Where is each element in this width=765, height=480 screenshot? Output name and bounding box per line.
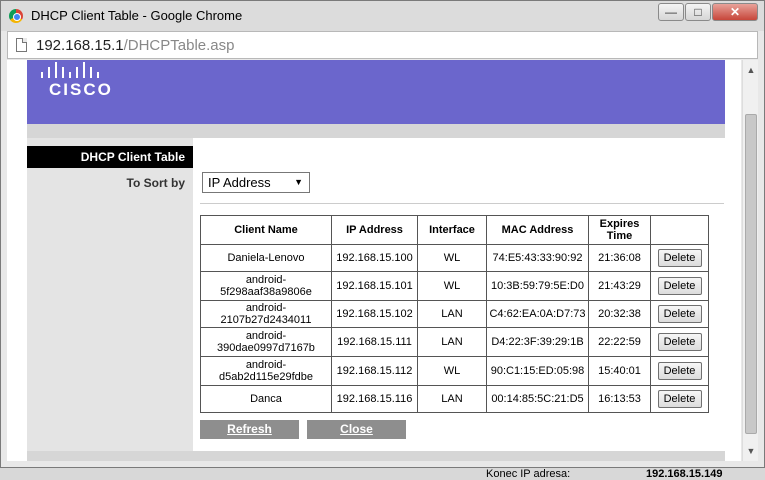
interface-cell: WL <box>417 271 487 301</box>
sort-label: To Sort by <box>126 176 185 190</box>
scroll-up-icon[interactable]: ▲ <box>743 62 759 78</box>
chrome-icon <box>9 9 23 23</box>
mac-address-cell: 90:C1:15:ED:05:98 <box>486 356 589 386</box>
expires-cell: 20:32:38 <box>588 300 651 328</box>
ip-address-cell: 192.168.15.112 <box>331 356 418 386</box>
col-mac-address: MAC Address <box>486 215 589 245</box>
dropdown-arrow-icon: ▼ <box>294 177 303 187</box>
col-ip-address: IP Address <box>331 215 418 245</box>
interface-cell: LAN <box>417 385 487 413</box>
client-name-cell: Danca <box>200 385 332 413</box>
scrollbar-thumb[interactable] <box>745 114 757 434</box>
divider <box>200 203 724 204</box>
sort-select-value: IP Address <box>208 175 271 190</box>
expires-cell: 21:36:08 <box>588 244 651 272</box>
mac-address-cell: 74:E5:43:33:90:92 <box>486 244 589 272</box>
url-host: 192.168.15.1 <box>36 37 124 54</box>
expires-cell: 16:13:53 <box>588 385 651 413</box>
table-row: android- d5ab2d115e29fdbe 192.168.15.112 W… <box>200 356 709 386</box>
ip-address-cell: 192.168.15.100 <box>331 244 418 272</box>
action-cell: Delete <box>650 385 709 413</box>
expires-cell: 22:22:59 <box>588 327 651 357</box>
ip-address-cell: 192.168.15.101 <box>331 271 418 301</box>
scroll-down-icon[interactable]: ▼ <box>743 443 759 459</box>
url-path: /DHCPTable.asp <box>123 37 235 54</box>
header-divider <box>27 124 725 138</box>
window-title: DHCP Client Table - Google Chrome <box>31 8 243 23</box>
action-cell: Delete <box>650 356 709 386</box>
page-icon <box>16 38 27 52</box>
interface-cell: WL <box>417 356 487 386</box>
footer-strip <box>27 451 725 461</box>
table-header-row: Client Name IP Address Interface MAC Add… <box>200 215 709 245</box>
delete-button[interactable]: Delete <box>657 277 702 295</box>
minimize-button[interactable]: — <box>658 3 684 21</box>
col-expires-time: Expires Time <box>588 215 651 245</box>
browser-window: DHCP Client Table - Google Chrome — □ ✕ … <box>0 0 765 468</box>
col-action <box>650 215 709 245</box>
delete-button[interactable]: Delete <box>657 362 702 380</box>
table-row: android- 390dae0997d7167b 192.168.15.111 L… <box>200 327 709 357</box>
interface-cell: WL <box>417 244 487 272</box>
close-window-button[interactable]: ✕ <box>712 3 758 21</box>
table-row: Daniela-Lenovo 192.168.15.100 WL 74:E5:43:3… <box>200 244 709 272</box>
address-bar[interactable]: 192.168.15.1/DHCPTable.asp <box>7 31 758 59</box>
url-text[interactable]: 192.168.15.1/DHCPTable.asp <box>36 37 234 54</box>
table-row: android-2107b27d2434011 192.168.15.102 LAN… <box>200 300 709 328</box>
col-interface: Interface <box>417 215 487 245</box>
section-title: DHCP Client Table <box>27 146 193 168</box>
delete-button[interactable]: Delete <box>657 249 702 267</box>
cisco-bars-icon <box>41 62 99 78</box>
expires-cell: 21:43:29 <box>588 271 651 301</box>
maximize-button[interactable]: □ <box>685 3 711 21</box>
delete-button[interactable]: Delete <box>657 390 702 408</box>
action-cell: Delete <box>650 327 709 357</box>
dhcp-client-table: Client Name IP Address Interface MAC Add… <box>200 215 709 413</box>
sidebar: DHCP Client Table To Sort by <box>27 138 193 451</box>
mac-address-cell: 00:14:85:5C:21:D5 <box>486 385 589 413</box>
client-name-cell: Daniela-Lenovo <box>200 244 332 272</box>
window-controls: — □ ✕ <box>658 3 758 21</box>
refresh-button[interactable]: Refresh <box>200 420 299 439</box>
expires-cell: 15:40:01 <box>588 356 651 386</box>
table-row: Danca 192.168.15.116 LAN 00:14:85:5C:21:D5 1… <box>200 385 709 413</box>
main-content: IP Address ▼ Client Name IP Address Inte… <box>193 138 725 451</box>
delete-button[interactable]: Delete <box>657 305 702 323</box>
title-bar: DHCP Client Table - Google Chrome — □ ✕ <box>1 1 764 31</box>
delete-button[interactable]: Delete <box>657 333 702 351</box>
ip-address-cell: 192.168.15.116 <box>331 385 418 413</box>
mac-address-cell: D4:22:3F:39:29:1B <box>486 327 589 357</box>
cisco-logo: CISCO <box>27 60 191 102</box>
client-name-cell: android- 5f298aaf38a9806e <box>200 271 332 301</box>
close-button[interactable]: Close <box>307 420 406 439</box>
background-value: 192.168.15.149 <box>646 468 723 480</box>
client-name-cell: android- 390dae0997d7167b <box>200 327 332 357</box>
action-cell: Delete <box>650 271 709 301</box>
action-cell: Delete <box>650 244 709 272</box>
vertical-scrollbar[interactable]: ▲ ▼ <box>742 60 758 461</box>
ip-address-cell: 192.168.15.111 <box>331 327 418 357</box>
sort-select[interactable]: IP Address ▼ <box>202 172 310 193</box>
interface-cell: LAN <box>417 327 487 357</box>
background-label: Konec IP adresa: <box>486 468 571 480</box>
table-row: android- 5f298aaf38a9806e 192.168.15.101 W… <box>200 271 709 301</box>
client-name-cell: android- d5ab2d115e29fdbe <box>200 356 332 386</box>
ip-address-cell: 192.168.15.102 <box>331 300 418 328</box>
action-cell: Delete <box>650 300 709 328</box>
col-client-name: Client Name <box>200 215 332 245</box>
client-name-cell: android-2107b27d2434011 <box>200 300 332 328</box>
interface-cell: LAN <box>417 300 487 328</box>
mac-address-cell: 10:3B:59:79:5E:D0 <box>486 271 589 301</box>
mac-address-cell: C4:62:EA:0A:D7:73 <box>486 300 589 328</box>
page-viewport: CISCO DHCP Client Table To Sort by IP Ad… <box>7 60 741 461</box>
cisco-wordmark: CISCO <box>49 80 113 99</box>
